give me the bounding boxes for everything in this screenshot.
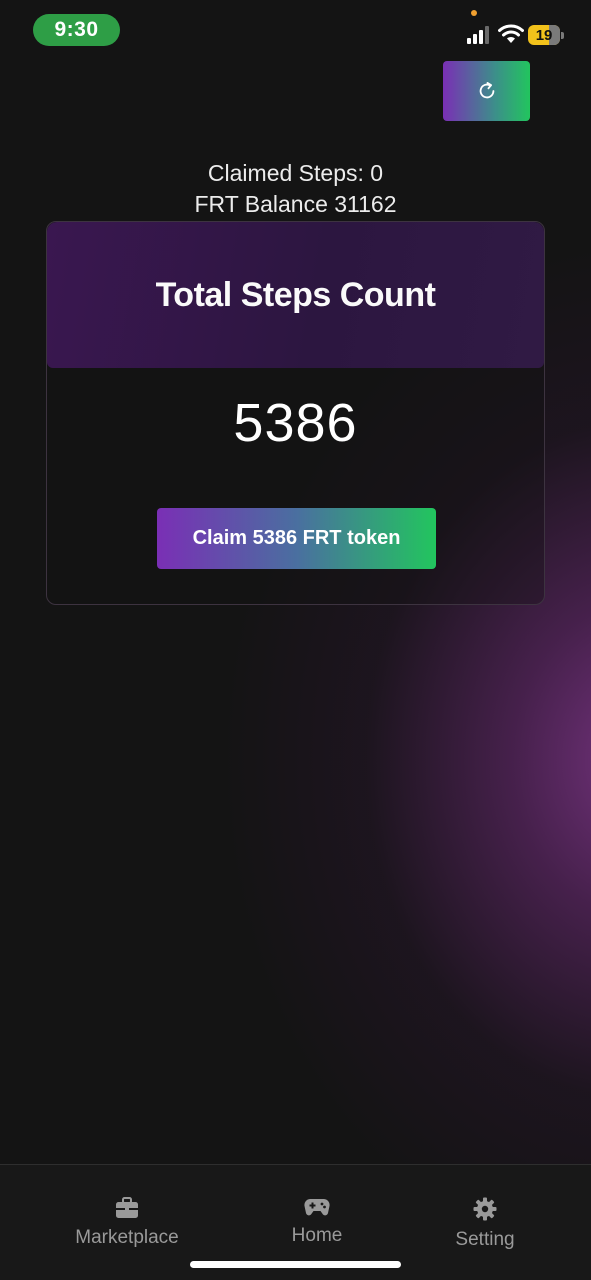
nav-label-setting: Setting [455, 1229, 515, 1250]
battery-level: 19 [535, 26, 553, 44]
card-header: Total Steps Count [47, 222, 544, 368]
steps-card: Total Steps Count 5386 Claim 5386 FRT to… [46, 221, 545, 605]
nav-item-home[interactable]: Home [237, 1165, 397, 1265]
briefcase-icon [116, 1197, 138, 1218]
nav-label-marketplace: Marketplace [75, 1227, 179, 1248]
claimed-steps-text: Claimed Steps: 0 [207, 160, 384, 186]
refresh-icon [479, 82, 494, 99]
frt-balance-text: FRT Balance 31162 [194, 191, 397, 217]
nav-label-home: Home [291, 1225, 343, 1246]
home-indicator[interactable] [190, 1261, 401, 1268]
status-time: 9:30 [33, 14, 120, 46]
gamepad-icon [304, 1199, 330, 1216]
claim-token-button[interactable]: Claim 5386 FRT token [157, 508, 436, 569]
privacy-indicator-dot [471, 10, 477, 16]
refresh-button[interactable] [443, 61, 530, 121]
claim-token-label: Claim 5386 FRT token [192, 527, 401, 549]
gear-icon [473, 1197, 497, 1221]
nav-item-setting[interactable]: Setting [405, 1165, 565, 1265]
app-screen: 9:30 19 Claimed Steps: 0 FRT Balance 311… [0, 0, 591, 1280]
steps-count: 5386 [233, 393, 358, 453]
nav-item-marketplace[interactable]: Marketplace [47, 1165, 207, 1265]
battery-icon: 19 [528, 25, 564, 45]
card-title: Total Steps Count [155, 275, 436, 314]
wifi-icon [498, 24, 524, 43]
status-time-label: 9:30 [54, 18, 99, 41]
signal-icon [467, 26, 489, 44]
